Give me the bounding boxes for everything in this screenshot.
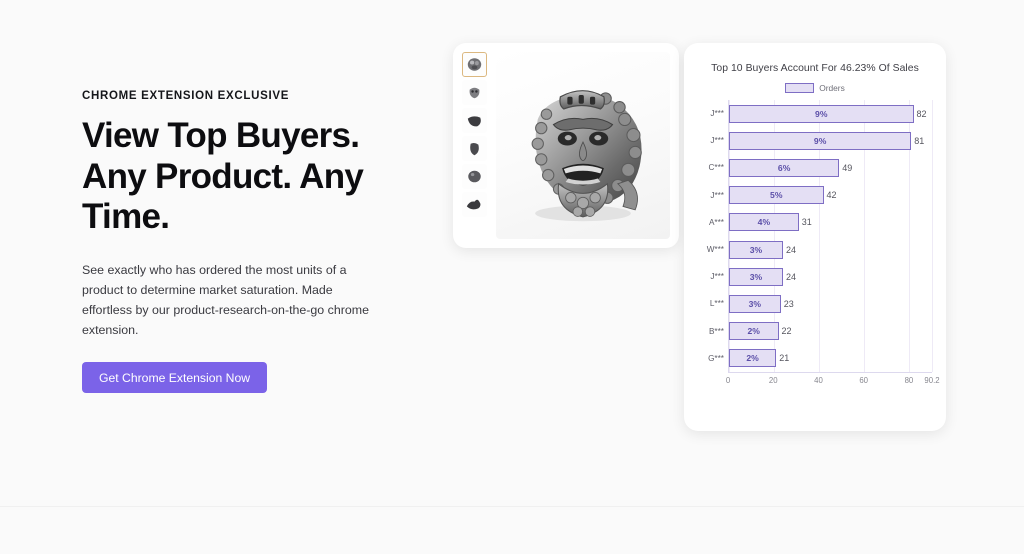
x-axis-tick: 60 xyxy=(859,376,869,385)
bar-percent-label: 6% xyxy=(777,162,791,173)
chart-bar[interactable]: 2% 22 xyxy=(729,322,792,341)
thumbnail-strip xyxy=(462,52,489,239)
bar-category-label: J*** xyxy=(710,109,724,119)
x-axis-tick: 40 xyxy=(814,376,823,385)
chart-bar-row: A*** 4% 31 xyxy=(709,209,932,236)
product-main-image[interactable] xyxy=(496,52,670,239)
legend-swatch-orders xyxy=(785,83,815,93)
product-thumbnail-1[interactable] xyxy=(462,52,487,77)
chart-bar[interactable]: 5% 42 xyxy=(729,186,837,205)
bar-value-label: 24 xyxy=(786,271,797,282)
bar-value-label: 21 xyxy=(779,353,790,364)
chart-bar[interactable]: 3% 24 xyxy=(729,267,796,286)
bar-percent-label: 9% xyxy=(813,135,827,146)
ring-thumb-icon xyxy=(469,87,480,99)
chart-bar-row: C*** 6% 49 xyxy=(709,154,932,181)
chart-bar[interactable]: 3% 24 xyxy=(729,240,796,259)
gridline xyxy=(932,100,933,372)
bar-percent-label: 5% xyxy=(770,190,783,201)
chart-bar-row: J*** 5% 42 xyxy=(710,182,932,209)
bar-percent-label: 2% xyxy=(746,353,759,364)
chart-bar-row: J*** 3% 24 xyxy=(710,263,932,290)
bar-value-label: 81 xyxy=(914,135,925,146)
chart-bar[interactable]: 6% 49 xyxy=(729,158,852,177)
page-title: View Top Buyers. Any Product. Any Time. xyxy=(82,116,364,237)
chart-legend: Orders xyxy=(698,83,932,93)
chart-bar-row: J*** 9% 81 xyxy=(710,127,932,154)
ring-thumb-icon xyxy=(467,58,482,71)
bar-value-label: 24 xyxy=(786,244,797,255)
bar-category-label: A*** xyxy=(708,217,724,227)
bar-value-label: 42 xyxy=(826,190,837,201)
x-axis-tick: 0 xyxy=(725,376,731,385)
chart-bar-rows: J*** 9% 82 J*** 9% 81 C*** 6% 49 J*** 5% 42 A*** 4% 31… xyxy=(707,100,933,372)
bar-value-label: 23 xyxy=(783,298,794,309)
bar-category-label: J*** xyxy=(710,190,724,200)
warrior-head-ring-illustration xyxy=(531,90,642,222)
hero-copy-column: CHROME EXTENSION EXCLUSIVE View Top Buye… xyxy=(82,90,382,394)
ring-thumb-icon xyxy=(468,170,481,183)
chart-bar-row: B*** 2% 22 xyxy=(709,318,932,345)
chart-bar[interactable]: 2% 21 xyxy=(729,349,789,368)
bar-category-label: C*** xyxy=(708,163,724,173)
bar-value-label: 49 xyxy=(842,162,853,173)
chart-plot-area: J*** 9% 82 J*** 9% 81 C*** 6% 49 J*** 5% 42 A*** 4% 31… xyxy=(698,100,940,388)
chart-bar[interactable]: 9% 82 xyxy=(729,104,927,123)
bar-percent-label: 9% xyxy=(815,108,828,119)
chart-bar-row: L*** 3% 23 xyxy=(710,290,932,317)
bar-percent-label: 3% xyxy=(749,244,763,255)
ring-thumb-icon xyxy=(470,142,479,156)
chart-bar[interactable]: 9% 81 xyxy=(729,131,924,150)
product-thumbnail-3[interactable] xyxy=(462,108,487,133)
bar-category-label: B*** xyxy=(708,326,724,336)
chart-bar-row: W*** 3% 24 xyxy=(707,236,932,263)
product-image-card xyxy=(453,43,679,248)
ring-thumb-icon xyxy=(466,199,481,210)
hero-description: See exactly who has ordered the most uni… xyxy=(82,262,369,338)
x-axis-tick: 90.2 xyxy=(924,376,940,385)
chart-bar-row: J*** 9% 82 xyxy=(710,100,932,127)
bar-category-label: L*** xyxy=(709,299,724,309)
product-thumbnail-4[interactable] xyxy=(462,136,487,161)
product-thumbnail-2[interactable] xyxy=(462,80,487,105)
product-thumbnail-5[interactable] xyxy=(462,164,487,189)
bar-value-label: 31 xyxy=(801,217,812,228)
ring-thumb-icon xyxy=(467,116,481,127)
bar-category-label: J*** xyxy=(710,136,724,146)
x-axis-tick: 20 xyxy=(768,376,778,385)
bar-percent-label: 4% xyxy=(757,217,771,228)
top-buyers-chart-card: Top 10 Buyers Account For 46.23% Of Sale… xyxy=(684,43,946,431)
product-thumbnail-6[interactable] xyxy=(462,192,487,217)
bar-percent-label: 3% xyxy=(749,271,763,282)
bar-percent-label: 3% xyxy=(748,298,762,309)
get-chrome-extension-button[interactable]: Get Chrome Extension Now xyxy=(82,362,268,394)
chart-bar-row: G*** 2% 21 xyxy=(708,345,932,372)
eyebrow-label: CHROME EXTENSION EXCLUSIVE xyxy=(82,90,290,102)
legend-label-orders: Orders xyxy=(819,83,845,93)
bar-category-label: G*** xyxy=(708,353,724,363)
landing-page: CHROME EXTENSION EXCLUSIVE View Top Buye… xyxy=(0,0,1024,554)
x-axis-tick: 80 xyxy=(904,376,914,385)
bar-value-label: 82 xyxy=(916,108,927,119)
chart-bar[interactable]: 3% 23 xyxy=(729,294,794,313)
chart-bar[interactable]: 4% 31 xyxy=(729,213,812,232)
bar-value-label: 22 xyxy=(781,326,792,337)
chart-x-axis: 0 20 40 60 80 90.2 xyxy=(725,372,940,388)
bar-category-label: J*** xyxy=(710,272,724,282)
bar-percent-label: 2% xyxy=(747,326,760,337)
chart-title: Top 10 Buyers Account For 46.23% Of Sale… xyxy=(711,63,919,74)
bar-category-label: W*** xyxy=(706,245,724,255)
